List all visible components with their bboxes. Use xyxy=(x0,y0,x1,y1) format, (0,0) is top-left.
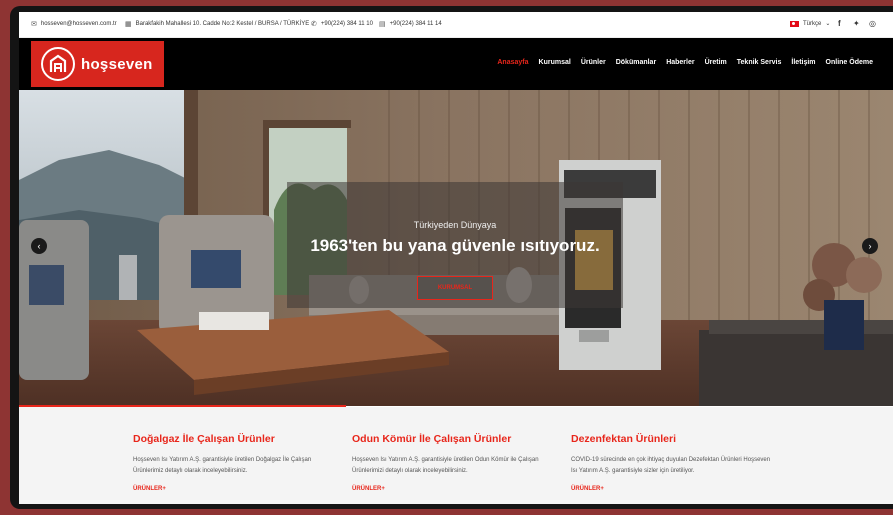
card-dezenfektan: Dezenfektan Ürünleri COVID-19 sürecinde … xyxy=(571,433,771,492)
card-odun-komur: Odun Kömür İle Çalışan Ürünler Hoşseven … xyxy=(352,433,552,492)
brand-name: hoşseven xyxy=(81,55,153,73)
instagram-icon[interactable]: ◎ xyxy=(869,19,876,28)
nav-item-anasayfa[interactable]: Anasayfa xyxy=(497,59,528,66)
language-selector[interactable]: Türkçe ⌄ xyxy=(790,20,830,27)
facebook-icon[interactable]: f xyxy=(838,19,841,28)
hero-subtitle: Türkiyeden Dünyaya xyxy=(413,220,497,230)
card-dogalgaz: Doğalgaz İle Çalışan Ürünler Hoşseven Is… xyxy=(133,433,333,492)
card-title: Doğalgaz İle Çalışan Ürünler xyxy=(133,433,275,445)
phone-text: +90(224) 384 11 10 xyxy=(320,21,373,27)
brand-logo[interactable]: hoşseven xyxy=(31,41,164,87)
language-label: Türkçe xyxy=(803,20,822,27)
card-text: COVID-19 sürecinde en çok ihtiyaç duyula… xyxy=(571,457,771,474)
slider-prev-icon[interactable]: ‹ xyxy=(31,238,47,254)
card-link[interactable]: ÜRÜNLER+ xyxy=(352,486,552,492)
main-menu: Anasayfa Kurumsal Ürünler Dökümanlar Haberle… xyxy=(497,59,873,66)
card-text: Hoşseven Isı Yatırım A.Ş. garantisiyle ü… xyxy=(133,457,312,474)
main-navbar: hoşseven Anasayfa Kurumsal Ürünler Dökümanl… xyxy=(19,38,893,90)
category-cards-section: Doğalgaz İle Çalışan Ürünler Hoşseven Is… xyxy=(19,407,893,504)
hero-caption: Türkiyeden Dünyaya 1963'ten bu yana güve… xyxy=(287,182,623,308)
map-icon: ▦ xyxy=(125,21,132,28)
card-title: Odun Kömür İle Çalışan Ürünler xyxy=(352,433,512,445)
nav-item-dökümanlar[interactable]: Dökümanlar xyxy=(616,59,656,66)
address-info: ▦ Barakfakih Mahallesi 10. Cadde No:2 Ke… xyxy=(125,20,309,28)
phone-icon: ✆ xyxy=(311,21,317,28)
browser-viewport: ✉ hosseven@hosseven.com.tr ▦ Barakfakih … xyxy=(19,12,893,504)
nav-item-i̇letişim[interactable]: İletişim xyxy=(791,59,815,66)
twitter-icon[interactable]: ✦ xyxy=(853,19,860,28)
hero-title: 1963'ten bu yana güvenle ısıtıyoruz. xyxy=(310,236,600,255)
nav-item-teknik-servis[interactable]: Teknik Servis xyxy=(737,59,782,66)
top-info-bar: ✉ hosseven@hosseven.com.tr ▦ Barakfakih … xyxy=(19,12,893,38)
nav-item-online-ödeme[interactable]: Online Ödeme xyxy=(826,59,873,66)
email-text: hosseven@hosseven.com.tr xyxy=(40,21,117,27)
card-link[interactable]: ÜRÜNLER+ xyxy=(571,486,771,492)
address-text: Barakfakih Mahallesi 10. Cadde No:2 Kest… xyxy=(135,21,310,27)
nav-item-ürünler[interactable]: Ürünler xyxy=(581,59,606,66)
fax-icon: ▤ xyxy=(379,21,386,28)
card-title: Dezenfektan Ürünleri xyxy=(571,433,677,445)
fax-text: +90(224) 384 11 14 xyxy=(389,21,442,27)
envelope-icon: ✉ xyxy=(31,21,37,28)
chevron-down-icon: ⌄ xyxy=(825,21,831,27)
fax-info: ▤ +90(224) 384 11 14 xyxy=(379,20,442,28)
slider-next-icon[interactable]: › xyxy=(862,238,878,254)
logo-mark-icon xyxy=(41,47,75,81)
nav-item-üretim[interactable]: Üretim xyxy=(705,59,727,66)
phone-info[interactable]: ✆ +90(224) 384 11 10 xyxy=(311,20,373,28)
card-link[interactable]: ÜRÜNLER+ xyxy=(133,486,333,492)
card-text: Hoşseven Isı Yatırım A.Ş. garantisiyle ü… xyxy=(352,457,539,474)
hero-slider: Türkiyeden Dünyaya 1963'ten bu yana güve… xyxy=(19,90,893,406)
kurumsal-button[interactable]: KURUMSAL xyxy=(417,276,493,300)
nav-item-haberler[interactable]: Haberler xyxy=(666,59,694,66)
turkey-flag-icon xyxy=(790,20,799,27)
email-info[interactable]: ✉ hosseven@hosseven.com.tr xyxy=(31,20,117,28)
nav-item-kurumsal[interactable]: Kurumsal xyxy=(539,59,571,66)
